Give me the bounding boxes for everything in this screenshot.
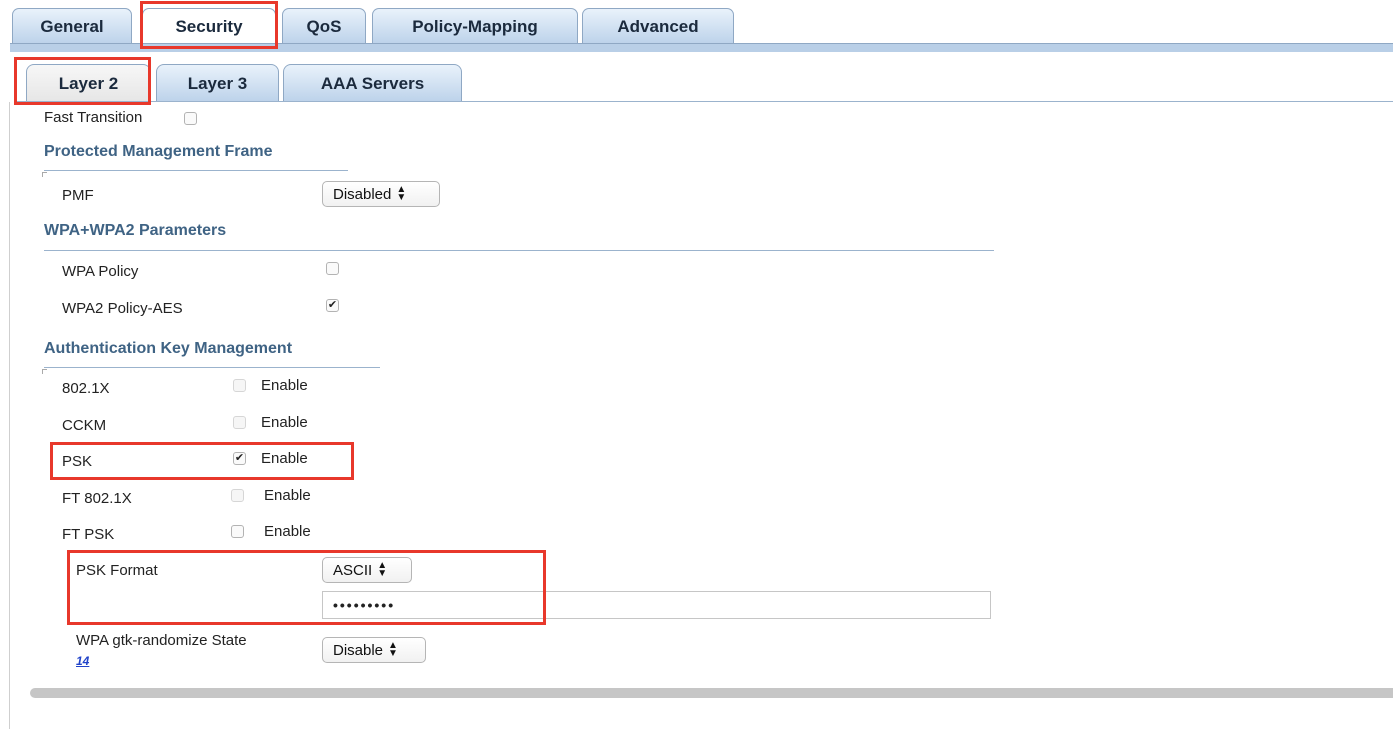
- akm-psk-enable: Enable: [261, 450, 308, 467]
- content-border: [9, 102, 10, 729]
- fast-transition-label: Fast Transition: [44, 109, 143, 126]
- gtk-randomize-select[interactable]: Disable ▲ ▼: [322, 637, 426, 663]
- tab-advanced[interactable]: Advanced: [582, 8, 734, 44]
- akm-cckm-checkbox[interactable]: [233, 416, 246, 429]
- wpa-policy-label: WPA Policy: [62, 263, 139, 280]
- akm-section-title: Authentication Key Management: [44, 340, 293, 357]
- subtab-layer-2-label: Layer 2: [58, 73, 119, 93]
- wpa2-policy-checkbox[interactable]: ✔: [326, 299, 339, 312]
- akm-cckm-label: CCKM: [62, 417, 107, 434]
- gtk-footnote-link[interactable]: 14: [76, 654, 89, 668]
- psk-format-select[interactable]: ASCII ▲ ▼: [322, 557, 412, 583]
- tab-advanced-label: Advanced: [617, 16, 699, 36]
- tab-policy-mapping-label: Policy-Mapping: [412, 16, 538, 36]
- subtab-bar-divider: [14, 101, 1393, 102]
- wpa-section-divider: [44, 250, 994, 251]
- tab-security[interactable]: Security: [142, 8, 276, 44]
- tab-bar-divider: [10, 43, 1393, 52]
- akm-ft-psk-enable: Enable: [264, 523, 311, 540]
- subtab-aaa-servers[interactable]: AAA Servers: [283, 64, 462, 102]
- akm-ft-802-1x-enable: Enable: [264, 487, 311, 504]
- psk-format-label: PSK Format: [76, 562, 158, 579]
- annotation-highlight-psk: [50, 442, 354, 480]
- tab-policy-mapping[interactable]: Policy-Mapping: [372, 8, 578, 44]
- akm-802-1x-checkbox[interactable]: [233, 379, 246, 392]
- akm-psk-label: PSK: [62, 453, 93, 470]
- akm-ft-802-1x-checkbox[interactable]: [231, 489, 244, 502]
- pmf-select[interactable]: Disabled ▲ ▼: [322, 181, 440, 207]
- pmf-section-tick: [42, 172, 47, 177]
- akm-cckm-enable: Enable: [261, 414, 308, 431]
- akm-ft-802-1x-label: FT 802.1X: [62, 490, 132, 507]
- wpa2-policy-label: WPA2 Policy-AES: [62, 300, 183, 317]
- fast-transition-checkbox[interactable]: [184, 112, 197, 125]
- updown-arrows-icon: ▲ ▼: [396, 184, 407, 203]
- gtk-randomize-select-value: Disable: [333, 641, 384, 659]
- subtab-aaa-servers-label: AAA Servers: [320, 73, 425, 93]
- pmf-section-divider: [44, 170, 348, 171]
- akm-ft-psk-label: FT PSK: [62, 526, 115, 543]
- akm-section-tick: [42, 369, 47, 374]
- wpa-policy-checkbox[interactable]: [326, 262, 339, 275]
- psk-password-input[interactable]: •••••••••: [322, 591, 991, 619]
- pmf-section-title: Protected Management Frame: [44, 143, 273, 160]
- akm-802-1x-label: 802.1X: [62, 380, 110, 397]
- tab-security-label: Security: [175, 16, 243, 36]
- subtab-layer-3-label: Layer 3: [187, 73, 248, 93]
- subtab-layer-2[interactable]: Layer 2: [26, 64, 151, 102]
- tab-qos-label: QoS: [306, 16, 342, 36]
- psk-format-select-value: ASCII: [333, 561, 373, 579]
- tab-general[interactable]: General: [12, 8, 132, 44]
- tab-general-label: General: [40, 16, 104, 36]
- updown-arrows-icon: ▲ ▼: [377, 560, 388, 579]
- akm-psk-checkbox[interactable]: ✔: [233, 452, 246, 465]
- akm-ft-psk-checkbox[interactable]: [231, 525, 244, 538]
- wpa-section-title: WPA+WPA2 Parameters: [44, 222, 227, 239]
- akm-section-divider: [44, 367, 380, 368]
- subtab-layer-3[interactable]: Layer 3: [156, 64, 279, 102]
- pmf-label: PMF: [62, 187, 94, 204]
- psk-password-value: •••••••••: [333, 597, 396, 613]
- horizontal-scrollbar[interactable]: [30, 688, 1393, 698]
- updown-arrows-icon: ▲ ▼: [388, 640, 398, 659]
- akm-802-1x-enable: Enable: [261, 377, 308, 394]
- tab-qos[interactable]: QoS: [282, 8, 366, 44]
- pmf-select-value: Disabled: [333, 185, 392, 203]
- gtk-randomize-label: WPA gtk-randomize State: [76, 632, 247, 649]
